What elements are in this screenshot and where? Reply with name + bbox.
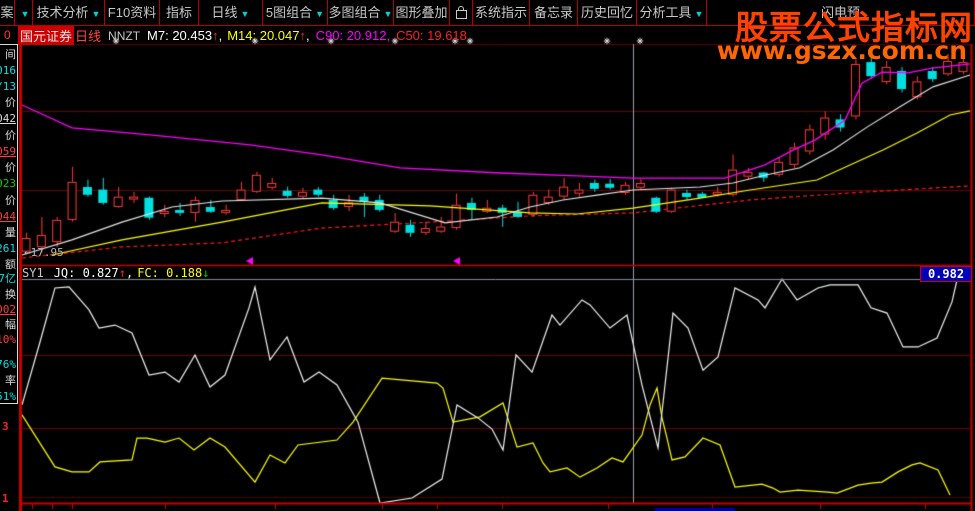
low-price-value: 17.95 [30,246,64,259]
down-arrow-icon: ↓ [202,266,210,280]
quote-item: 价 [5,194,16,207]
menu-item-graph-overlay-label: 图形叠加 [395,5,448,20]
quote-item: 76% [0,358,16,371]
latest-value-badge: 0.982 [920,266,972,282]
axis-label-fragment: 1 [2,492,9,505]
dropdown-arrow-icon: ▼ [383,9,393,19]
indicator-header-row: SY1 JQ: 0.827 ↑ , FC: 0.188 ↓ [22,266,209,280]
menu-item-multi-chart-combo-label: 多图组合 [328,5,381,20]
watermark-site-url: www.gszx.com.cn [716,36,967,65]
indicator-name: NNZT [108,28,141,43]
quote-item: 价 [5,96,16,109]
menu-item-analysis-tools-label: 分析工具 [639,5,692,20]
c50-value: C50: 19.618 [396,28,467,43]
quote-item: 额 [5,258,16,271]
quote-item: 002 [0,303,16,316]
menu-item-analysis-tools[interactable]: 分析工具 ▼ [637,0,707,25]
ma7-value: M7: 20.453 [147,28,213,43]
quote-item: 幅 [5,318,16,331]
menu-item-f10-info-label: F10资料 [107,5,157,20]
quote-item: 016 [0,64,16,77]
dropdown-arrow-icon: ▼ [20,9,30,19]
menu-item-graph-overlay[interactable]: 图形叠加 [394,0,450,25]
chart-canvas[interactable] [0,0,975,511]
menu-item-history-recall[interactable]: 历史回忆 [578,0,637,25]
axis-label-fragment: 3 [2,420,9,433]
menu-item-technical-analysis[interactable]: 技术分析 ▼ [33,0,105,25]
symbol-name[interactable]: 国元证券 [18,26,75,45]
quote-item: 价 [5,161,16,174]
quote-item: 量 [5,226,16,239]
quote-item: 间 [5,48,16,61]
menu-item-lock[interactable] [450,0,473,25]
menu-item-system-signal[interactable]: 系统指示 [473,0,530,25]
separator: , [218,28,223,43]
menu-item-daily-line-label: 日线 [211,5,238,20]
app-window: 案 ▼ 技术分析 ▼ F10资料 指标 日线 ▼ 5图组合 ▼ 多图组合 ▼ 图形叠加 系统指示 备忘录 历史… [0,0,975,511]
period-label[interactable]: 日线 [75,26,101,45]
low-price-marker: ←17.95 [24,246,64,259]
menu-item-multi-chart-combo[interactable]: 多图组合 ▼ [328,0,394,25]
lock-icon [455,6,467,19]
menu-item-5-chart-combo-label: 5图组合 [265,5,313,20]
menu-item-plan-partial[interactable]: 案 [0,0,15,25]
menu-item-plan-partial-label: 案 [0,5,14,20]
menu-item-history-recall-label: 历史回忆 [580,5,633,20]
dropdown-arrow-icon: ▼ [315,9,325,19]
dropdown-arrow-icon: ▼ [240,9,250,19]
left-arrow-icon: ← [24,246,31,259]
quote-item: 261 [0,242,16,255]
quote-item: 023 [0,177,16,190]
menu-item-system-signal-label: 系统指示 [474,5,527,20]
menu-item-memo-label: 备忘录 [533,5,573,20]
menu-item-5-chart-combo[interactable]: 5图组合 ▼ [263,0,328,25]
quote-item: 10% [0,333,16,346]
indicator-id[interactable]: SY1 [22,266,44,280]
chart-title-row: 国元证券 日线 NNZT M7: 20.453 ↑ , M14: 20.047 … [0,26,467,45]
quote-item: 059 [0,145,16,158]
up-arrow-icon: ↑ [118,266,126,280]
menu-item-indicator[interactable]: 指标 [160,0,199,25]
quote-item: 率 [5,374,16,387]
menu-item-f10-info[interactable]: F10资料 [105,0,160,25]
dropdown-arrow-icon: ▼ [694,9,704,19]
quote-item: /13 [0,80,16,93]
menu-dropdown-standalone[interactable]: ▼ [15,0,33,25]
dropdown-arrow-icon: ▼ [91,9,101,19]
quote-item: 7亿 [0,272,16,285]
menu-item-technical-analysis-label: 技术分析 [36,5,89,20]
jq-value: JQ: 0.827 [53,266,119,280]
menu-item-daily-line[interactable]: 日线 ▼ [199,0,263,25]
quote-sidebar: 间 016/13 价 042 价 059 价 023 价 044 量 261 额7亿换 002 幅 10% 76… [0,44,18,404]
separator: , [125,266,134,280]
fc-value: FC: 0.188 [137,266,203,280]
separator: , [305,28,310,43]
menu-item-indicator-label: 指标 [165,5,192,20]
menu-item-memo[interactable]: 备忘录 [530,0,578,25]
quote-item: 换 [5,288,16,301]
quote-item: 042 [0,112,16,125]
quote-item: 价 [5,129,16,142]
ma14-value: M14: 20.047 [227,28,300,43]
c90-value: C90: 20.912, [315,28,391,43]
quote-item: 044 [0,210,16,223]
quote-item: 51% [0,390,16,403]
